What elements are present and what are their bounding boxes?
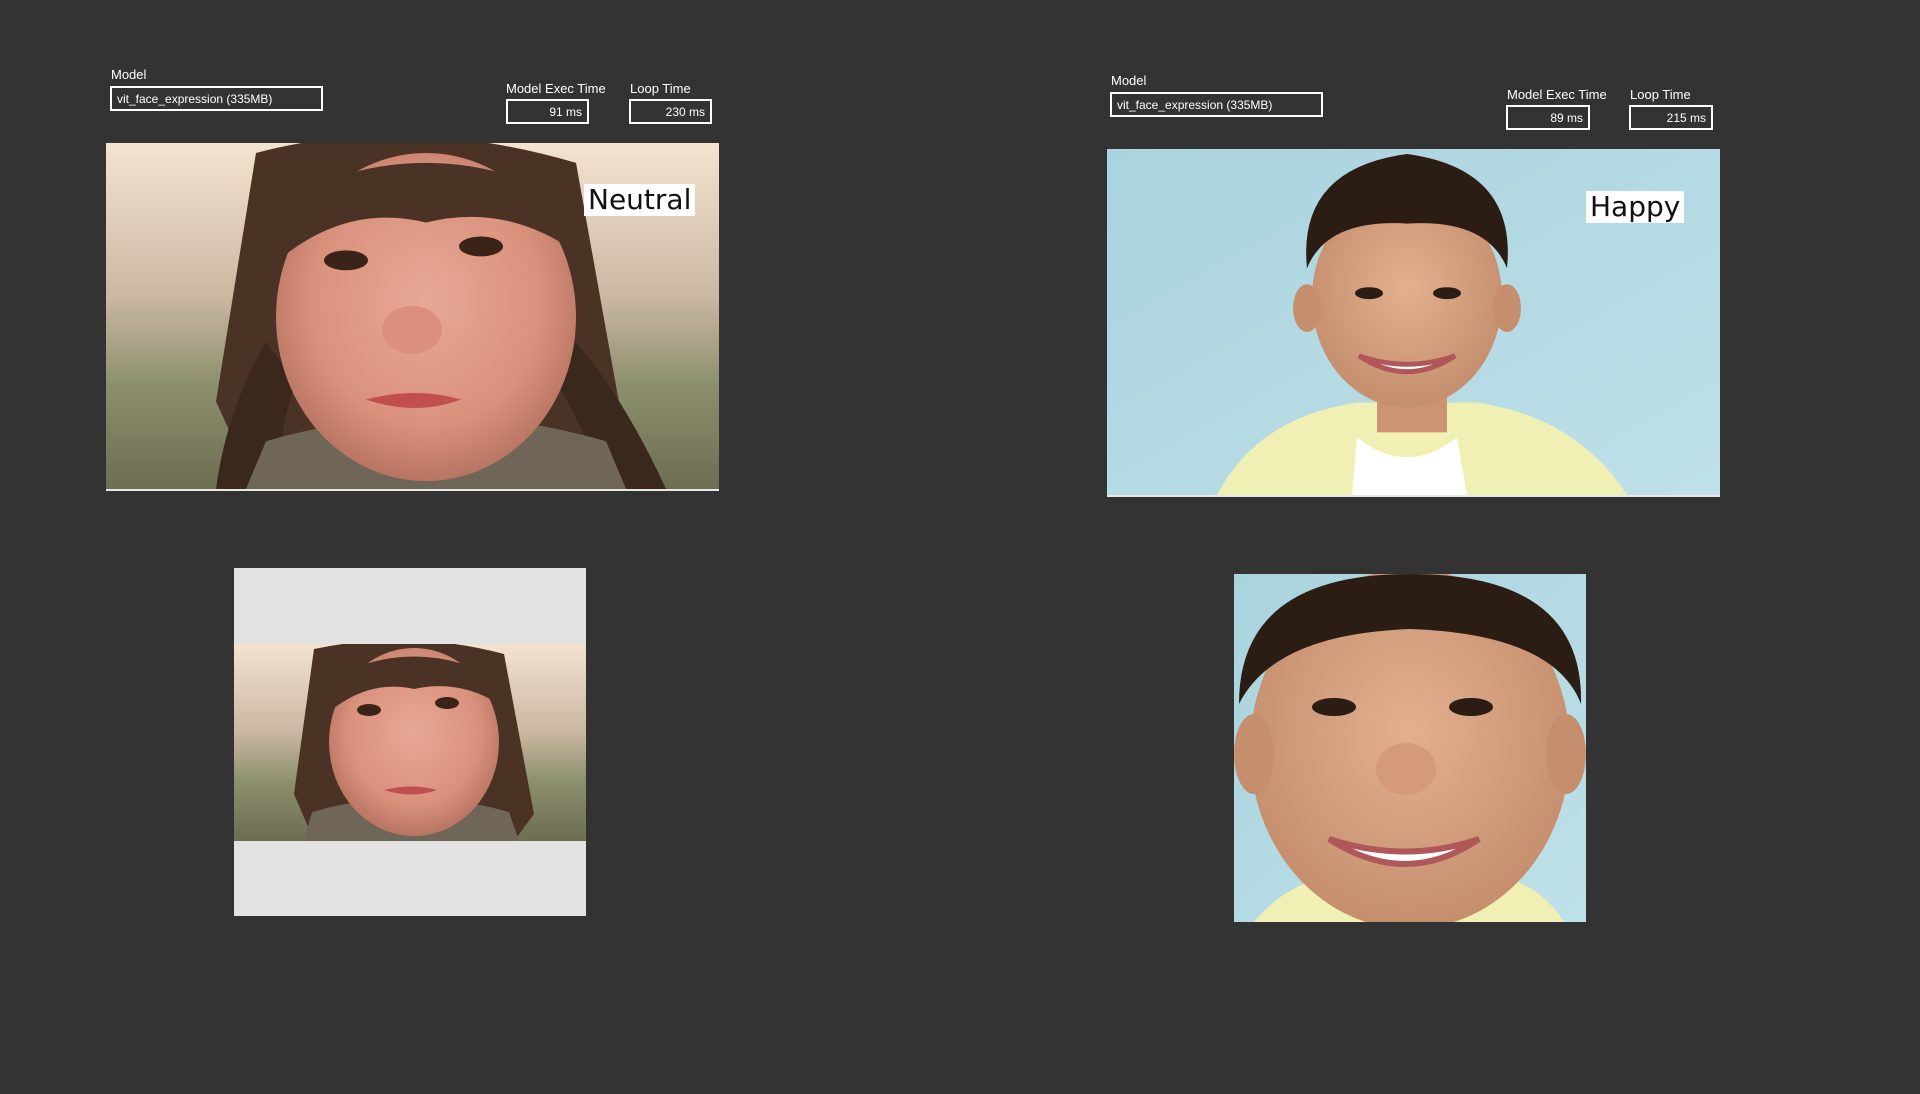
model-exec-time-label: Model Exec Time [506, 81, 606, 96]
girl-face-crop-image [234, 644, 586, 841]
model-field[interactable]: vit_face_expression (335MB) [1110, 92, 1323, 117]
boy-face-crop-image [1234, 574, 1586, 922]
model-exec-time-field[interactable]: 89 ms [1506, 105, 1590, 130]
loop-time-field[interactable]: 215 ms [1629, 105, 1713, 130]
model-field[interactable]: vit_face_expression (335MB) [110, 86, 323, 111]
loop-time-label: Loop Time [1630, 87, 1691, 102]
camera-frame: Neutral [106, 143, 719, 491]
camera-frame: Happy [1107, 149, 1720, 497]
expression-label: Happy [1586, 191, 1685, 223]
face-crop-preview [1234, 574, 1586, 922]
expression-label: Neutral [584, 184, 696, 216]
face-crop-preview [234, 568, 586, 916]
model-exec-time-field[interactable]: 91 ms [506, 99, 589, 124]
model-label: Model [1111, 73, 1147, 88]
loop-time-label: Loop Time [630, 81, 691, 96]
model-label: Model [111, 67, 147, 82]
model-exec-time-label: Model Exec Time [1507, 87, 1607, 102]
loop-time-field[interactable]: 230 ms [629, 99, 712, 124]
